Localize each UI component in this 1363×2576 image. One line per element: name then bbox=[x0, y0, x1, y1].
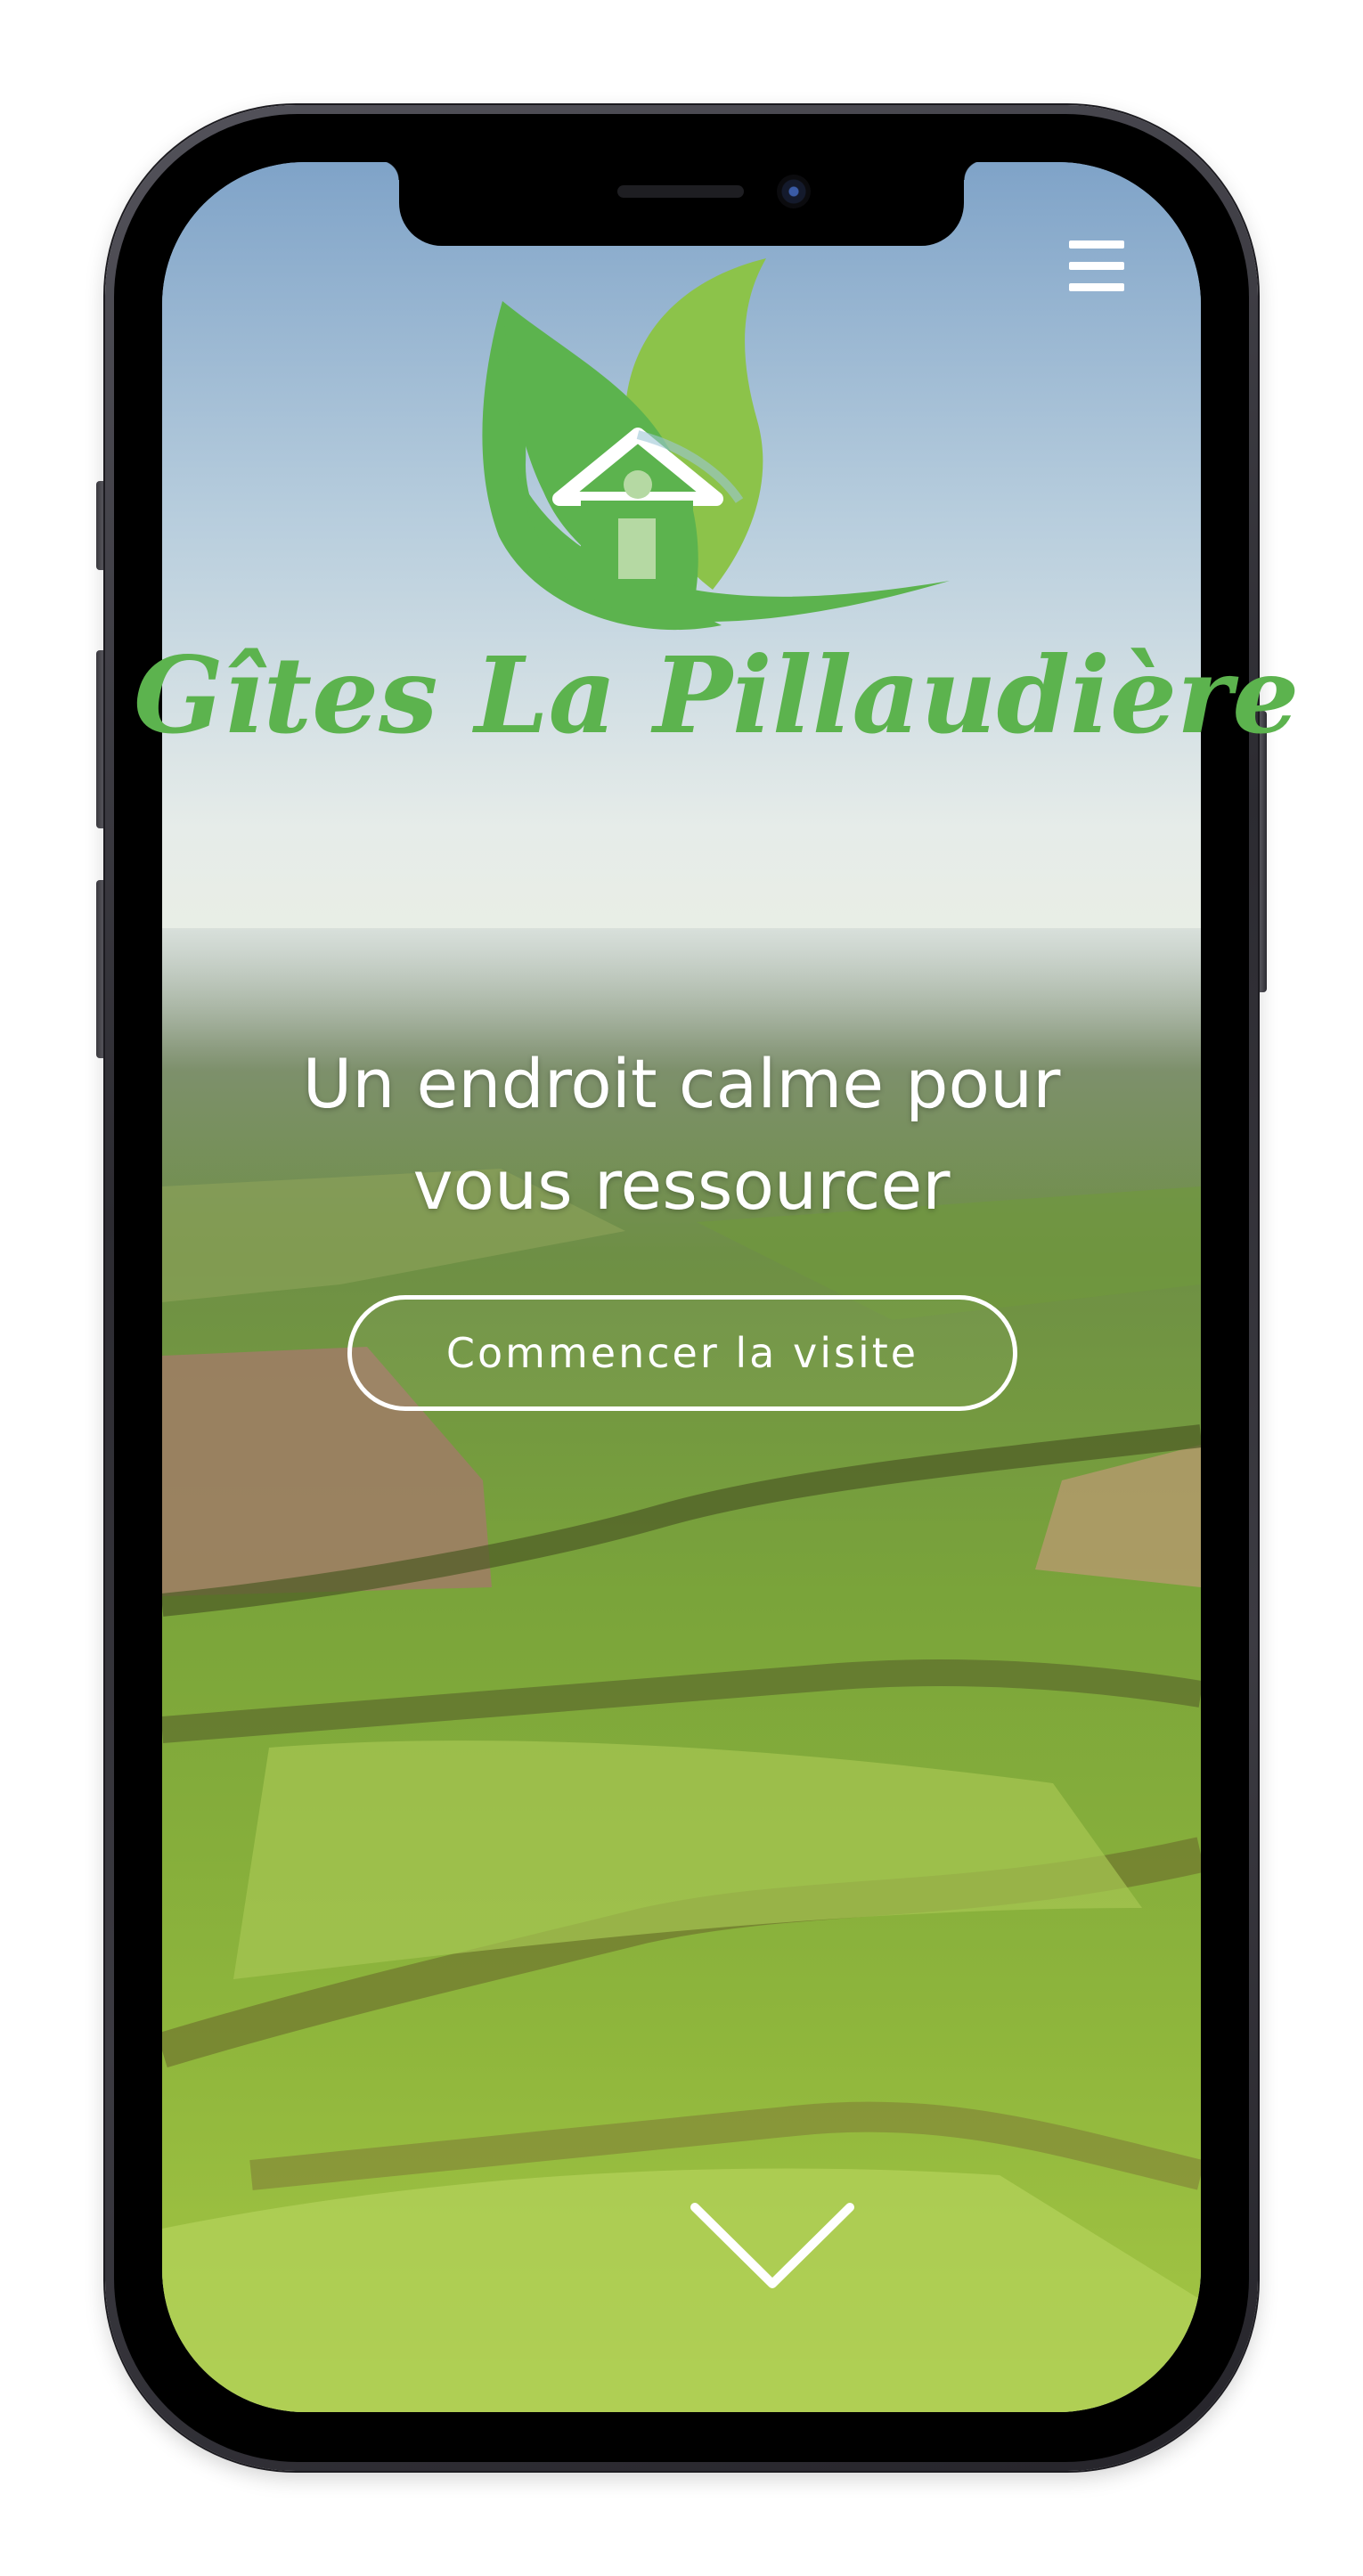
chevron-down-icon[interactable] bbox=[688, 2198, 857, 2296]
menu-bar-middle bbox=[1069, 262, 1124, 270]
menu-bar-bottom bbox=[1069, 283, 1124, 291]
hero-heading: Un endroit calme pour vous ressourcer bbox=[302, 1044, 1061, 1225]
brand-name[interactable]: Gîtes La Pillaudière bbox=[134, 638, 1299, 754]
device-mockup: Gîtes La Pillaudière Un endroit calme po… bbox=[0, 0, 1363, 2576]
menu-bar-top bbox=[1069, 240, 1124, 249]
start-visit-button[interactable]: Commencer la visite bbox=[347, 1295, 1017, 1411]
phone-notch bbox=[380, 160, 983, 246]
front-camera bbox=[777, 175, 811, 208]
earpiece-speaker bbox=[617, 185, 744, 198]
leaf-house-logo-icon[interactable] bbox=[454, 251, 953, 643]
hamburger-menu-icon[interactable] bbox=[1067, 237, 1126, 296]
